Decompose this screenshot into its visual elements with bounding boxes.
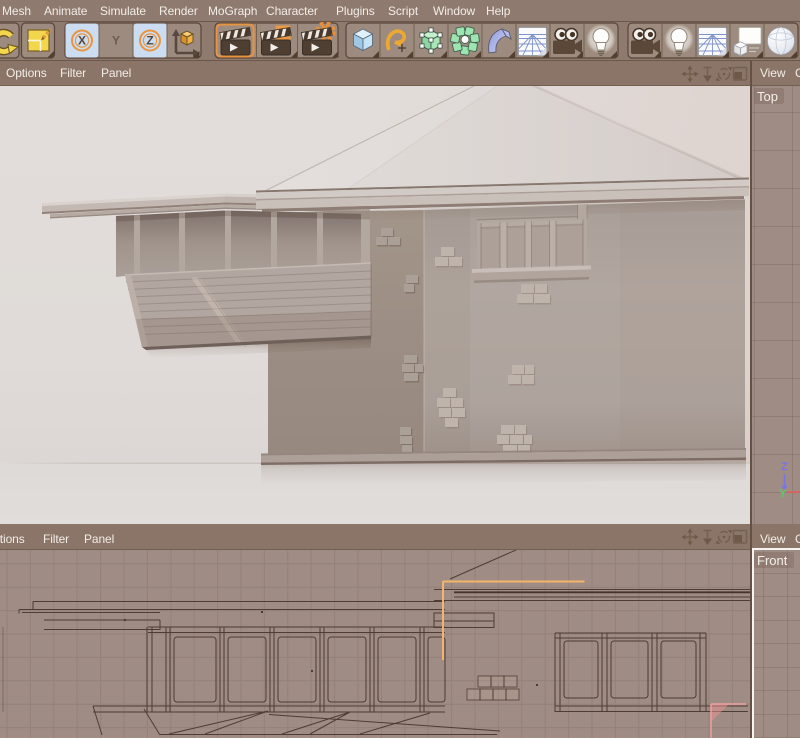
svg-text:X: X [78, 34, 86, 48]
svg-text:Y: Y [779, 488, 787, 500]
svg-text:Front: Front [757, 553, 788, 568]
svg-text:Y: Y [112, 34, 120, 48]
svg-text:Z: Z [781, 461, 788, 473]
svg-text:Z: Z [146, 34, 153, 48]
svg-text:Top: Top [757, 89, 778, 104]
